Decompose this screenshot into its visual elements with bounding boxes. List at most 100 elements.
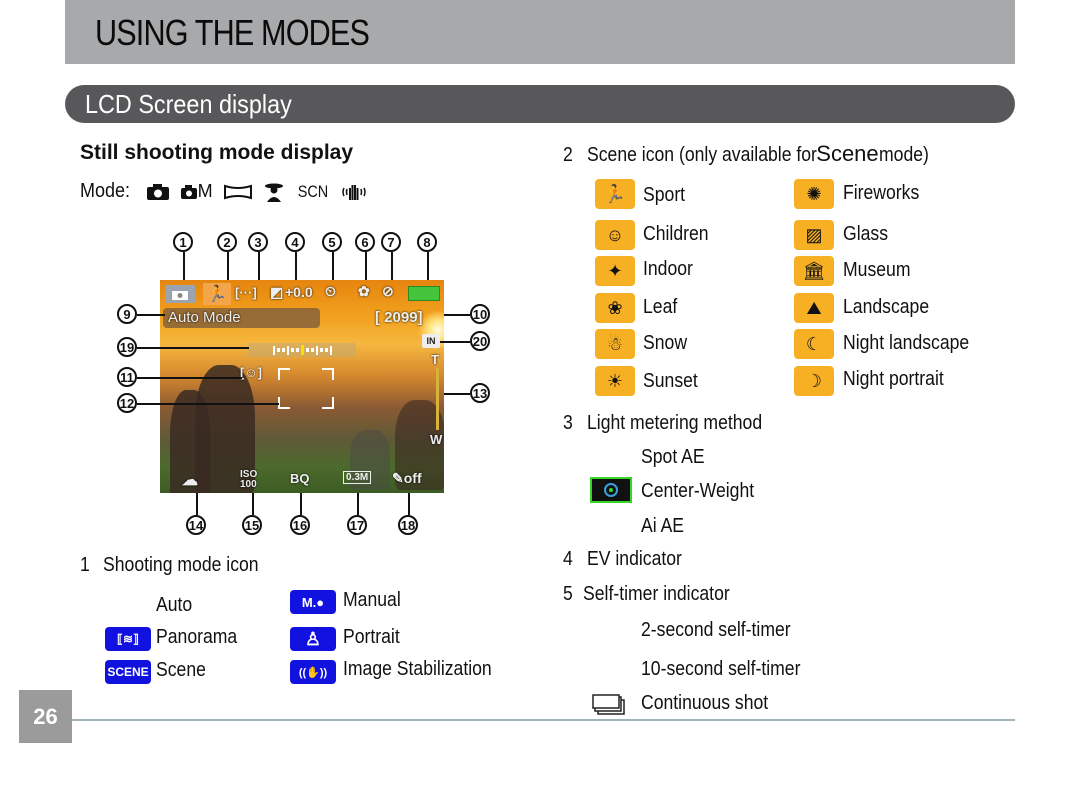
chapter-header: USING THE MODES (65, 0, 1015, 64)
leaf-icon: ❀ (595, 293, 635, 323)
ev-icon: ◩ (270, 284, 284, 300)
callout-4: 4 (285, 232, 305, 252)
sunset-icon: ☀ (595, 366, 635, 396)
landscape-icon: ⛰ (794, 293, 834, 323)
manual-camera-icon: M (180, 181, 213, 202)
footer-rule (72, 719, 1015, 721)
callout-14: 14 (186, 515, 206, 535)
scene-snow-label: Snow (643, 332, 688, 354)
callout-9: 9 (117, 304, 137, 324)
panorama-icon: ⟦≋⟧ (105, 627, 151, 651)
glass-icon: ▨ (794, 220, 834, 250)
item2-title: Scene icon (only available for Scene mod… (587, 141, 929, 166)
scene-children-label: Children (643, 223, 709, 245)
portrait-icon (263, 181, 285, 203)
resolution-icon: 0.3M (343, 471, 372, 484)
macro-icon: ✿ (358, 283, 370, 299)
mode-scene-label: Scene (156, 659, 206, 681)
callout-20: 20 (470, 331, 490, 351)
scene-sport-icon: 🏃 (203, 283, 231, 305)
ev-value: +0.0 (285, 284, 313, 300)
center-weight-icon (590, 477, 632, 503)
callout-11: 11 (117, 367, 137, 387)
scene-sunset-label: Sunset (643, 370, 698, 392)
item3-title: Light metering method (587, 412, 763, 434)
mode-camera-icon (165, 285, 195, 303)
item1-title: Shooting mode icon (103, 554, 259, 576)
callout-2: 2 (217, 232, 237, 252)
flash-off-icon: ⊘ (382, 283, 394, 299)
metering-icon: [···] (235, 285, 257, 300)
quality-icon: BQ (290, 471, 310, 486)
face-detect-icon: [☺] (240, 365, 262, 380)
page-number: 26 (19, 690, 72, 743)
museum-icon: 🏛 (794, 256, 834, 286)
shots-remaining: [ 2099] (375, 309, 423, 326)
portrait-icon: ♙ (290, 627, 336, 651)
scene-indoor-label: Indoor (643, 258, 693, 280)
continuous-shot-label: Continuous shot (641, 692, 769, 714)
zoom-wide-label: W (430, 432, 443, 447)
item2-number: 2 (563, 144, 573, 166)
continuous-shot-icon (592, 694, 628, 721)
snow-icon: ☃ (595, 329, 635, 359)
scene-glass-label: Glass (843, 223, 888, 245)
metering-center-label: Center-Weight (641, 480, 755, 502)
battery-icon (408, 286, 440, 301)
manual-icon: M.● (290, 590, 336, 614)
callout-1: 1 (173, 232, 193, 252)
date-stamp-off: ✎off (392, 470, 422, 486)
metering-ai-label: Ai AE (641, 515, 685, 537)
night-landscape-icon: ☾ (794, 329, 834, 359)
item3-number: 3 (563, 412, 573, 434)
sport-icon: 🏃 (595, 179, 635, 209)
children-icon: ☺ (595, 220, 635, 250)
scene-mode-text: SCN (297, 181, 328, 201)
mode-auto-label: Auto (156, 594, 193, 616)
callout-10: 10 (470, 304, 490, 324)
item5-title: Self-timer indicator (583, 583, 730, 605)
zoom-bar (436, 368, 439, 430)
mode-is-label: Image Stabilization (343, 658, 492, 680)
scene-museum-label: Museum (843, 259, 911, 281)
item5-number: 5 (563, 583, 573, 605)
image-stabilization-icon: ((✋)) (290, 660, 336, 684)
storage-icon: IN (422, 334, 440, 348)
lcd-preview: 🏃 [···] ◩ +0.0 ⏲ ✿ ⊘ Auto Mode [ 2099] I… (160, 280, 444, 493)
item1-number: 1 (80, 554, 90, 576)
camera-icon (146, 183, 170, 201)
section-header: LCD Screen display (65, 85, 1015, 123)
item4-number: 4 (563, 548, 573, 570)
manual-letter: M (197, 181, 213, 201)
self-timer-icon: ⏲ (325, 283, 336, 299)
zoom-tele-label: T (431, 352, 439, 367)
scene-leaf-label: Leaf (643, 296, 678, 318)
callout-17: 17 (347, 515, 367, 535)
panorama-icon (223, 184, 253, 200)
indoor-icon: ✦ (595, 256, 635, 286)
timer-2s-label: 2-second self-timer (641, 619, 791, 641)
callout-3: 3 (248, 232, 268, 252)
section-title: LCD Screen display (85, 89, 292, 119)
chapter-title: USING THE MODES (95, 12, 370, 53)
ev-scale (248, 343, 356, 357)
mode-row: Mode: M SCN (80, 180, 367, 203)
fireworks-icon: ✺ (794, 179, 834, 209)
lcd-mode-text: Auto Mode (168, 309, 241, 326)
scene-sport-label: Sport (643, 184, 686, 206)
callout-6: 6 (355, 232, 375, 252)
metering-spot-label: Spot AE (641, 446, 705, 468)
mode-portrait-label: Portrait (343, 626, 400, 648)
scene-night-landscape-label: Night landscape (843, 332, 970, 354)
callout-5: 5 (322, 232, 342, 252)
callout-18: 18 (398, 515, 418, 535)
callout-13: 13 (470, 383, 490, 403)
callout-12: 12 (117, 393, 137, 413)
item4-title: EV indicator (587, 548, 682, 570)
scene-night-portrait-label: Night portrait (843, 368, 944, 390)
callout-8: 8 (417, 232, 437, 252)
scene-bold-word: Scene (816, 141, 879, 166)
night-portrait-icon: ☽ (794, 366, 834, 396)
iso-icon: ISO 100 (240, 469, 258, 490)
image-stabilization-icon (341, 182, 367, 202)
